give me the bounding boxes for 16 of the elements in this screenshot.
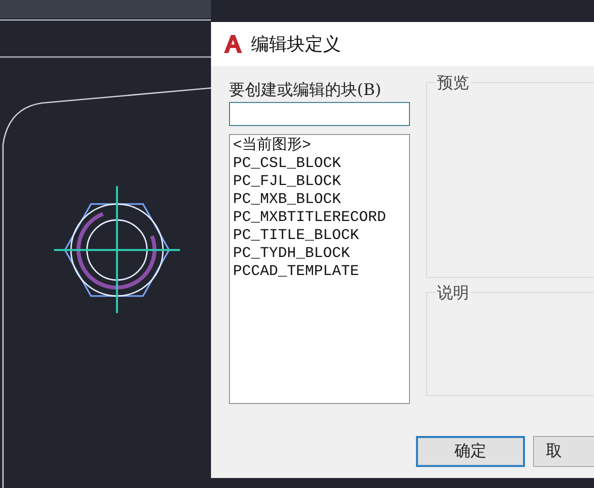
block-list-item[interactable]: PC_MXBTITLERECORD [233, 209, 406, 227]
block-list-item[interactable]: PCCAD_TEMPLATE [233, 263, 406, 281]
block-list-item[interactable]: PC_MXB_BLOCK [233, 191, 406, 209]
block-list-item[interactable]: PC_CSL_BLOCK [233, 155, 406, 173]
cancel-button[interactable]: 取 [532, 436, 594, 467]
dialog-title: 编辑块定义 [251, 33, 341, 56]
preview-label: 预览 [435, 73, 471, 93]
block-list-item[interactable]: PC_TYDH_BLOCK [233, 245, 406, 263]
block-label: 要创建或编辑的块(B) [229, 80, 382, 100]
app-logo-icon [223, 34, 243, 54]
block-list-item[interactable]: PC_TITLE_BLOCK [233, 227, 406, 245]
block-list-item[interactable]: <当前图形> [233, 137, 406, 155]
block-list-item[interactable]: PC_FJL_BLOCK [233, 173, 406, 191]
block-name-field[interactable] [229, 102, 410, 126]
ok-button[interactable]: 确定 [416, 436, 525, 467]
description-label: 说明 [435, 283, 471, 303]
